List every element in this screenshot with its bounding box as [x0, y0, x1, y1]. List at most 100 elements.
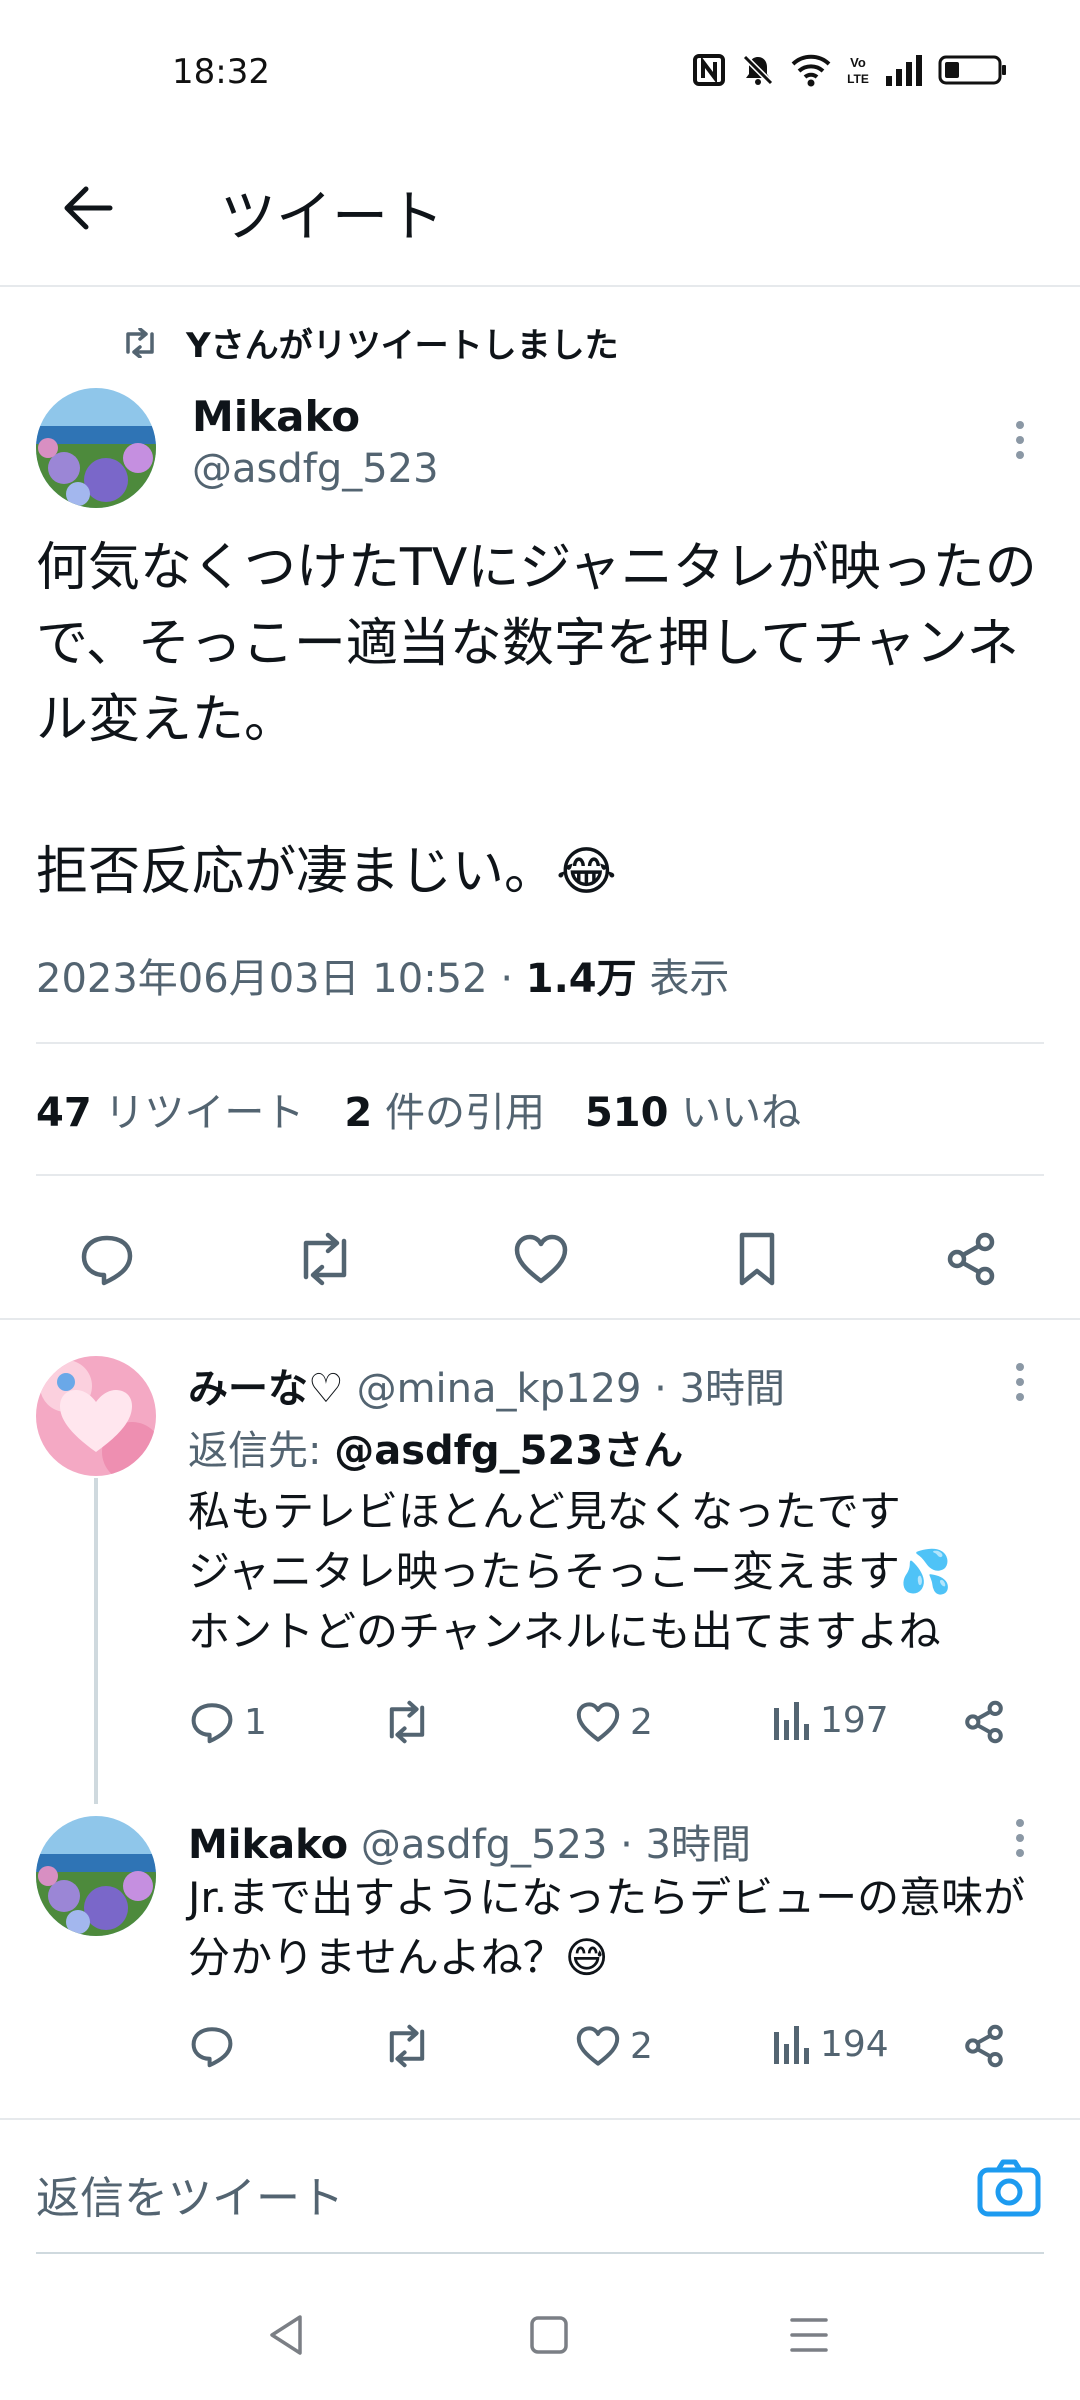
comment-icon — [191, 1703, 233, 1744]
reply-like-count: 2 — [630, 2025, 653, 2067]
tweet-action-bar — [0, 1210, 1080, 1310]
author-avatar[interactable] — [36, 388, 156, 508]
author-name[interactable]: Mikako — [192, 392, 360, 441]
reply-text: Jr.まで出すようになったらデビューの意味が分かりませんよね？😅 — [188, 1873, 1026, 1982]
arrow-left-icon — [64, 186, 113, 230]
reply-header: Mikako @asdfg_523 · 3時間 — [188, 1812, 751, 1870]
tweet-more-button[interactable] — [1005, 410, 1035, 470]
system-nav-bar — [0, 2260, 1080, 2400]
reply-text: 私もテレビほとんど見なくなったです ジャニタレ映ったらそっこー変えます💦 ホント… — [188, 1487, 953, 1656]
reply-more-button[interactable] — [1005, 1808, 1035, 1868]
reply-time: · 3時間 — [654, 1366, 786, 1412]
likes-stat[interactable]: 510 いいね — [585, 1080, 801, 1138]
quotes-label: 件の引用 — [384, 1090, 545, 1136]
reply-share-button[interactable] — [960, 1698, 1008, 1746]
mute-icon — [740, 52, 776, 88]
reply-actions: 2 194 — [188, 2016, 1048, 2076]
meta-separator: · — [500, 956, 514, 1002]
like-button[interactable] — [496, 1214, 586, 1304]
reply-to-mention[interactable]: @asdfg_523さん — [334, 1428, 683, 1474]
reply-header: みーな♡ @mina_kp129 · 3時間 — [188, 1356, 785, 1414]
analytics-icon — [774, 1702, 809, 1740]
status-bar: 18:32 Vo LTE — [0, 0, 1080, 140]
quotes-stat[interactable]: 2 件の引用 — [344, 1080, 545, 1138]
reply-composer: 返信をツイート — [0, 2118, 1080, 2256]
reply-avatar[interactable] — [36, 1816, 156, 1936]
reply-author-handle[interactable]: @mina_kp129 — [357, 1366, 642, 1412]
reply-more-button[interactable] — [1005, 1352, 1035, 1412]
square-home-icon — [530, 2316, 568, 2354]
heart-icon — [576, 2026, 620, 2066]
reply-avatar[interactable] — [36, 1356, 156, 1476]
battery-icon — [938, 53, 1008, 87]
analytics-icon — [774, 2026, 809, 2064]
author-handle[interactable]: @asdfg_523 — [192, 446, 439, 492]
nav-back-button[interactable] — [262, 2310, 312, 2360]
volte-icon: Vo LTE — [846, 53, 870, 87]
more-vertical-icon — [1016, 421, 1024, 459]
retweet-button[interactable] — [280, 1214, 370, 1304]
menu-lines-icon — [790, 2318, 828, 2352]
composer-underline — [36, 2252, 1044, 2254]
reply-view-count: 194 — [820, 2023, 889, 2065]
reply-like-count: 2 — [630, 1701, 653, 1743]
reply-like-button[interactable]: 2 — [574, 1698, 653, 1746]
tweet-timestamp[interactable]: 2023年06月03日 10:52 — [36, 956, 488, 1002]
retweet-small-icon — [126, 327, 154, 358]
wifi-icon — [790, 53, 832, 87]
reply-author-name[interactable]: みーな♡ — [188, 1366, 344, 1412]
signal-icon — [884, 54, 924, 86]
reply-retweet-button[interactable] — [380, 1698, 434, 1746]
tweet-text: 何気なくつけたTVにジャニタレが映ったので、そっこー適当な数字を押してチャンネル… — [36, 538, 1037, 902]
reply-like-button[interactable]: 2 — [574, 2022, 653, 2070]
nav-menu-button[interactable] — [784, 2310, 834, 2360]
retweets-stat[interactable]: 47 リツイート — [36, 1080, 304, 1138]
reply-actions: 1 2 197 — [188, 1692, 1048, 1752]
share-icon — [965, 1700, 1003, 1744]
retweet-banner: Yさんがリツイートしました — [120, 318, 619, 367]
bookmark-icon — [739, 1232, 775, 1286]
nav-home-button[interactable] — [524, 2310, 574, 2360]
app-header: ツイート — [0, 140, 1080, 287]
reply-button[interactable] — [62, 1214, 152, 1304]
reply-retweet-button[interactable] — [380, 2022, 434, 2070]
views-count: 1.4万 — [525, 956, 637, 1002]
back-button[interactable] — [48, 168, 128, 248]
bookmark-button[interactable] — [712, 1214, 802, 1304]
reply-reply-button[interactable] — [188, 2022, 236, 2070]
heart-icon — [514, 1234, 568, 1284]
status-time: 18:32 — [172, 52, 270, 92]
svg-text:Vo: Vo — [850, 55, 866, 70]
heart-icon — [576, 1702, 620, 1742]
share-icon — [965, 2024, 1003, 2068]
comment-icon — [81, 1235, 133, 1286]
more-vertical-icon — [1016, 1363, 1024, 1401]
reply-author-handle[interactable]: @asdfg_523 — [361, 1822, 608, 1868]
divider — [36, 1042, 1044, 1044]
nfc-icon — [692, 53, 726, 87]
reply-views-button[interactable]: 197 — [772, 1698, 889, 1742]
reply-reply-button[interactable]: 1 — [188, 1698, 267, 1746]
reply-input[interactable]: 返信をツイート — [36, 2162, 344, 2226]
reply-to-line: 返信先: @asdfg_523さん — [188, 1418, 683, 1476]
reply-author-name[interactable]: Mikako — [188, 1822, 348, 1868]
reply-view-count: 197 — [820, 1699, 889, 1741]
camera-button[interactable] — [974, 2154, 1044, 2224]
share-icon — [947, 1232, 995, 1286]
more-vertical-icon — [1016, 1819, 1024, 1857]
reply-share-button[interactable] — [960, 2022, 1008, 2070]
reply-to-label: 返信先: — [188, 1428, 322, 1474]
reply-views-button[interactable]: 194 — [772, 2022, 889, 2066]
status-icons: Vo LTE — [692, 52, 1008, 88]
retweet-label: Yさんがリツイートしました — [186, 326, 619, 366]
svg-text:LTE: LTE — [847, 72, 869, 86]
reply-reply-count: 1 — [244, 1701, 267, 1743]
page-title: ツイート — [220, 185, 444, 250]
retweet-icon — [303, 1232, 347, 1286]
divider — [36, 1174, 1044, 1176]
reply-time: · 3時間 — [620, 1822, 752, 1868]
retweets-count: 47 — [36, 1090, 92, 1136]
views-label: 表示 — [649, 956, 730, 1002]
section-separator — [0, 1318, 1080, 1320]
share-button[interactable] — [926, 1214, 1016, 1304]
